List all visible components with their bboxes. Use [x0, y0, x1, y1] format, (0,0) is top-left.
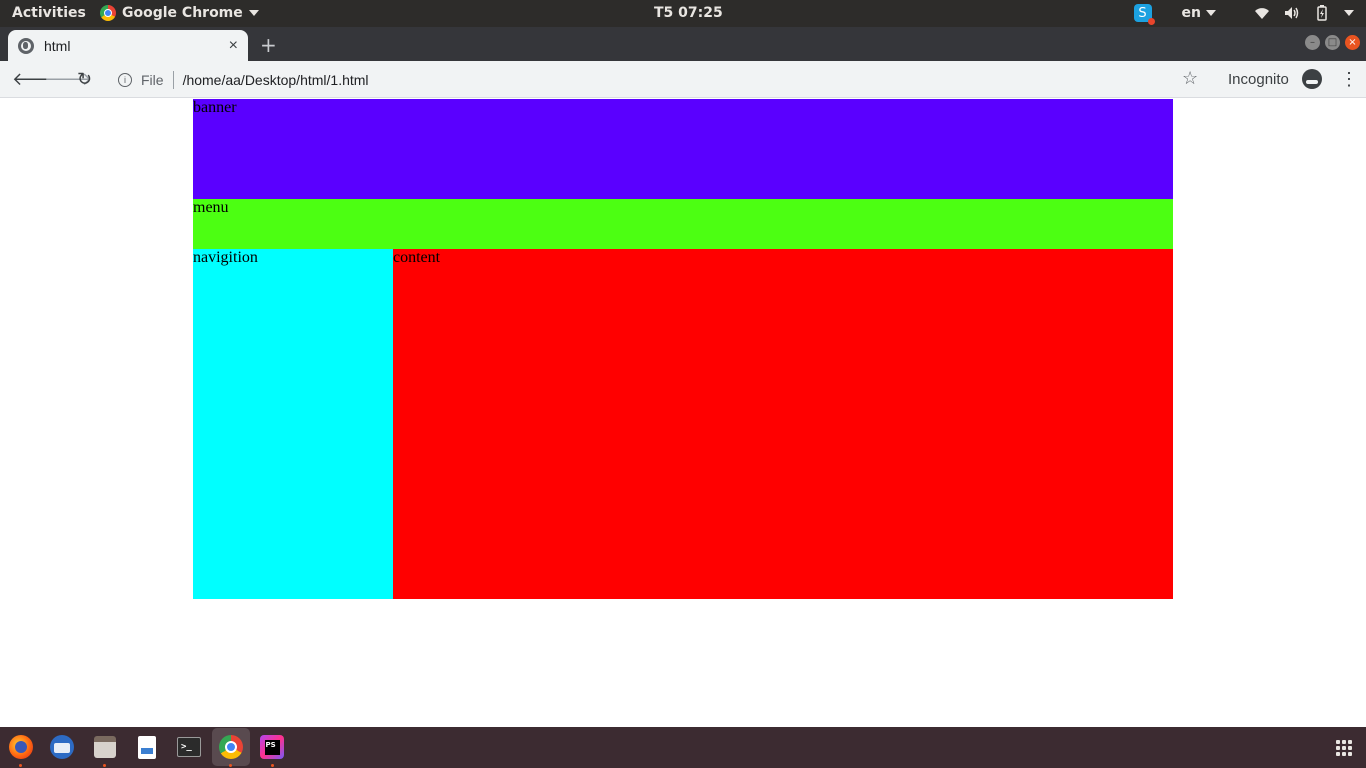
- app-menu-label: Google Chrome: [122, 5, 243, 21]
- system-top-bar: Activities Google Chrome T5 07:25 S en: [0, 0, 1366, 27]
- web-page: banner menu navigition content: [0, 99, 1366, 727]
- file-scheme-label: File: [141, 72, 164, 88]
- new-tab-button[interactable]: +: [260, 33, 277, 57]
- running-indicator: [271, 764, 274, 767]
- running-indicator: [103, 764, 106, 767]
- info-icon[interactable]: i: [118, 73, 132, 87]
- address-bar[interactable]: i File /home/aa/Desktop/html/1.html: [110, 67, 1210, 93]
- tab-close-icon[interactable]: ×: [229, 37, 238, 55]
- language-label: en: [1181, 5, 1201, 21]
- banner-section: banner: [193, 99, 1173, 199]
- maximize-button[interactable]: □: [1325, 35, 1340, 50]
- thunderbird-icon[interactable]: [49, 734, 75, 760]
- chrome-icon: [100, 5, 116, 21]
- tab-strip: html ×: [0, 27, 1366, 61]
- running-indicator: [19, 764, 22, 767]
- content-section: content: [393, 249, 1173, 599]
- firefox-icon[interactable]: [8, 734, 34, 760]
- running-indicator: [229, 764, 232, 767]
- incognito-label: Incognito: [1228, 71, 1289, 88]
- menu-section: menu: [193, 199, 1173, 249]
- activities-button[interactable]: Activities: [12, 5, 86, 21]
- dock: >_ PS: [0, 727, 1366, 768]
- incognito-icon: [1302, 69, 1322, 89]
- app-menu[interactable]: Google Chrome: [100, 5, 259, 21]
- system-tray: S en: [1133, 4, 1354, 25]
- globe-icon: [18, 37, 34, 54]
- battery-icon[interactable]: [1314, 5, 1330, 21]
- skype-icon[interactable]: S: [1133, 4, 1155, 25]
- window-controls: – □ ×: [1305, 35, 1360, 50]
- url-text[interactable]: /home/aa/Desktop/html/1.html: [183, 72, 369, 88]
- files-icon[interactable]: [92, 734, 118, 760]
- clock[interactable]: T5 07:25: [654, 5, 723, 21]
- show-applications-icon[interactable]: [1336, 740, 1352, 756]
- chevron-down-icon: [1206, 10, 1216, 16]
- bookmark-star-icon[interactable]: ☆: [1182, 68, 1198, 89]
- tab-title: html: [44, 37, 71, 54]
- chrome-icon[interactable]: [212, 728, 250, 766]
- terminal-icon[interactable]: >_: [176, 734, 202, 760]
- more-menu-icon[interactable]: ⋮: [1340, 69, 1358, 90]
- minimize-button[interactable]: –: [1305, 35, 1320, 50]
- divider: [172, 71, 174, 89]
- wifi-icon[interactable]: [1254, 5, 1270, 21]
- chevron-down-icon: [248, 10, 259, 16]
- tab-html[interactable]: html ×: [8, 30, 248, 61]
- language-indicator[interactable]: en: [1182, 5, 1216, 21]
- navigation-section: navigition: [193, 249, 393, 599]
- close-window-button[interactable]: ×: [1345, 35, 1360, 50]
- browser-toolbar: 🡐 🡒 ↻ i File /home/aa/Desktop/html/1.htm…: [0, 61, 1366, 98]
- system-menu-chevron-icon[interactable]: [1344, 10, 1354, 16]
- volume-icon[interactable]: [1284, 5, 1300, 21]
- reload-button[interactable]: ↻: [77, 69, 92, 90]
- text-editor-icon[interactable]: [134, 734, 160, 760]
- phpstorm-icon[interactable]: PS: [259, 734, 285, 760]
